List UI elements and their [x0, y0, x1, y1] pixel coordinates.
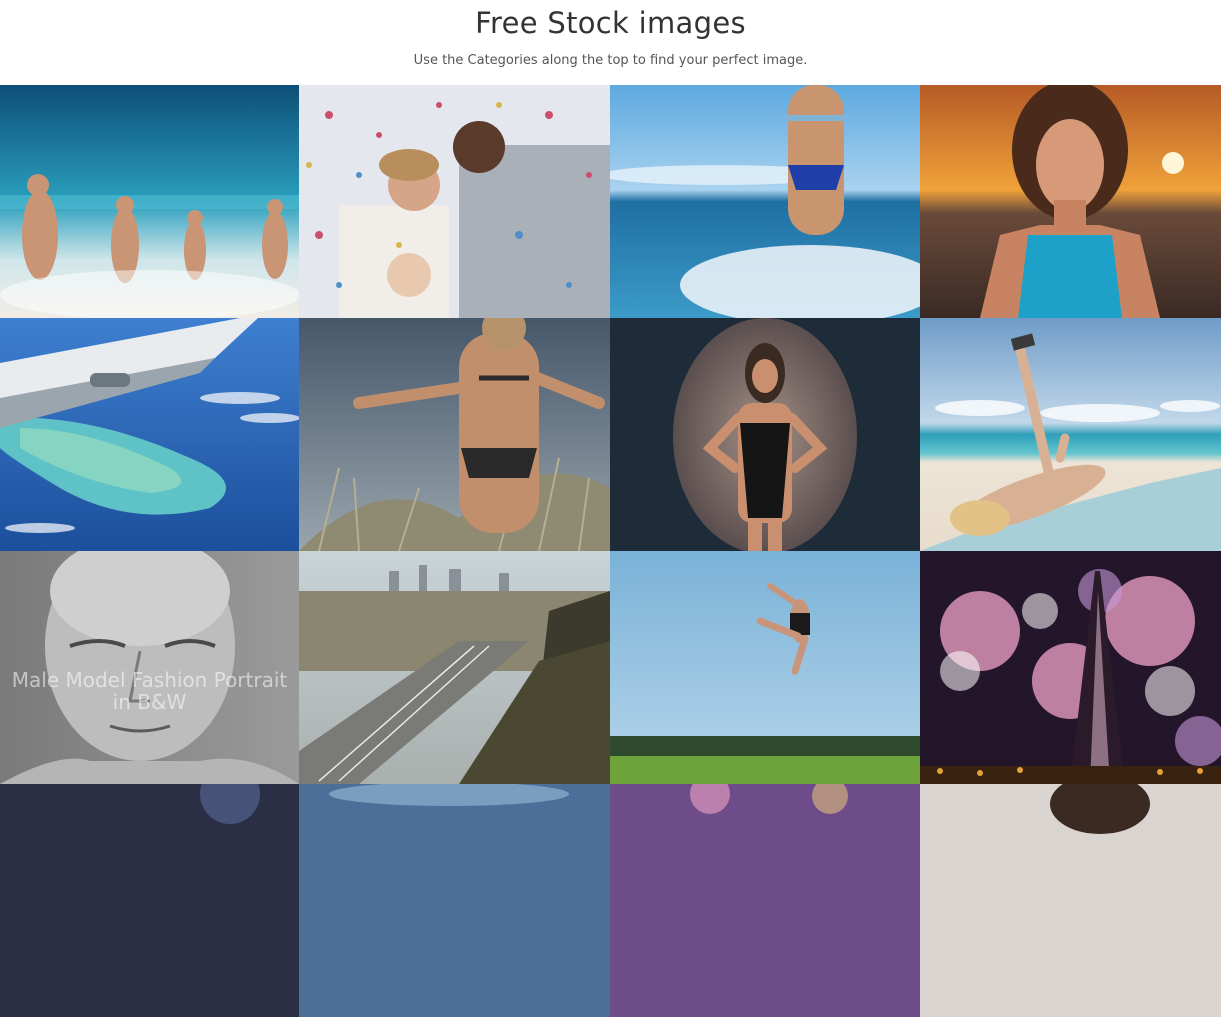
page-subtitle: Use the Categories along the top to find… [413, 53, 808, 68]
image-gallery: Male Model Fashion Portrait in B&W [0, 85, 1221, 1017]
gallery-image-wedding-confetti[interactable] [299, 85, 610, 318]
gallery-image-los-angeles-freeway[interactable] [299, 551, 610, 784]
page-title: Free Stock images [475, 6, 746, 40]
gallery-image-women-running-beach[interactable] [0, 85, 299, 318]
gallery-image-partial-3[interactable] [610, 784, 920, 1017]
gallery-image-airplane-wing-island[interactable] [0, 318, 299, 551]
gallery-image-woman-splashing-sea[interactable] [610, 85, 920, 318]
gallery-image-male-model-bw[interactable]: Male Model Fashion Portrait in B&W [0, 551, 299, 784]
gallery-image-woman-dune-grass[interactable] [299, 318, 610, 551]
gallery-image-woman-sunset-portrait[interactable] [920, 85, 1221, 318]
gallery-image-partial-1[interactable] [0, 784, 299, 1017]
gallery-image-woman-selfie-beach[interactable] [920, 318, 1221, 551]
page-header: Free Stock images Use the Categories alo… [0, 0, 1221, 85]
gallery-image-dancer-jumping-sky[interactable] [610, 551, 920, 784]
gallery-image-partial-2[interactable] [299, 784, 610, 1017]
gallery-image-studio-swimsuit-model[interactable] [610, 318, 920, 551]
gallery-image-partial-4[interactable] [920, 784, 1221, 1017]
gallery-image-eiffel-tower-fireworks[interactable] [920, 551, 1221, 784]
